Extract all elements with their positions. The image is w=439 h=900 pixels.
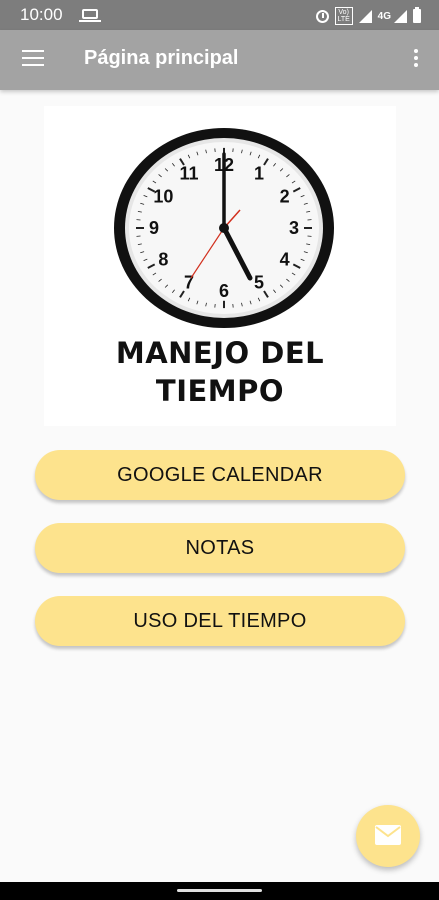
clock-number: 8 [158,250,168,270]
page-title: Página principal [84,47,239,69]
notas-button[interactable]: NOTAS [35,523,405,573]
clock-number: 6 [219,281,229,301]
navigation-bar [0,882,439,900]
clock-number: 4 [280,250,290,270]
status-icons: Vo) LTE 4G [315,6,421,26]
volte-icon: Vo) LTE [334,7,353,25]
more-vert-icon[interactable] [413,49,419,71]
battery-icon [413,7,421,23]
banner-image: 121234567891011 MANEJO DEL TIEMPO [44,106,396,426]
mail-icon [375,825,401,845]
clock-icon: 121234567891011 [114,128,334,328]
laptop-icon [79,9,101,22]
clock-number: 11 [179,163,198,183]
signal-icon [358,9,372,23]
status-time: 10:00 [20,5,63,24]
clock-number: 2 [280,187,290,207]
uso-del-tiempo-button[interactable]: USO DEL TIEMPO [35,596,405,646]
signal-icon-2 [394,9,407,23]
status-bar: 10:00 Vo) LTE 4G [0,0,439,30]
clock-number: 9 [149,218,159,238]
banner-title-line2: TIEMPO [155,374,285,408]
google-calendar-button[interactable]: GOOGLE CALENDAR [35,450,405,500]
clock-number: 3 [289,218,299,238]
network-label: 4G [377,10,391,22]
app-bar: Página principal [0,30,439,90]
clock-number: 1 [254,163,264,183]
home-gesture-handle[interactable] [177,889,262,892]
alarm-icon [315,9,329,23]
clock-number: 5 [254,273,264,293]
banner-title-line1: MANEJO DEL [115,336,325,370]
clock-number: 10 [153,187,173,207]
mail-fab-button[interactable] [356,805,420,867]
menu-icon[interactable] [22,50,44,68]
